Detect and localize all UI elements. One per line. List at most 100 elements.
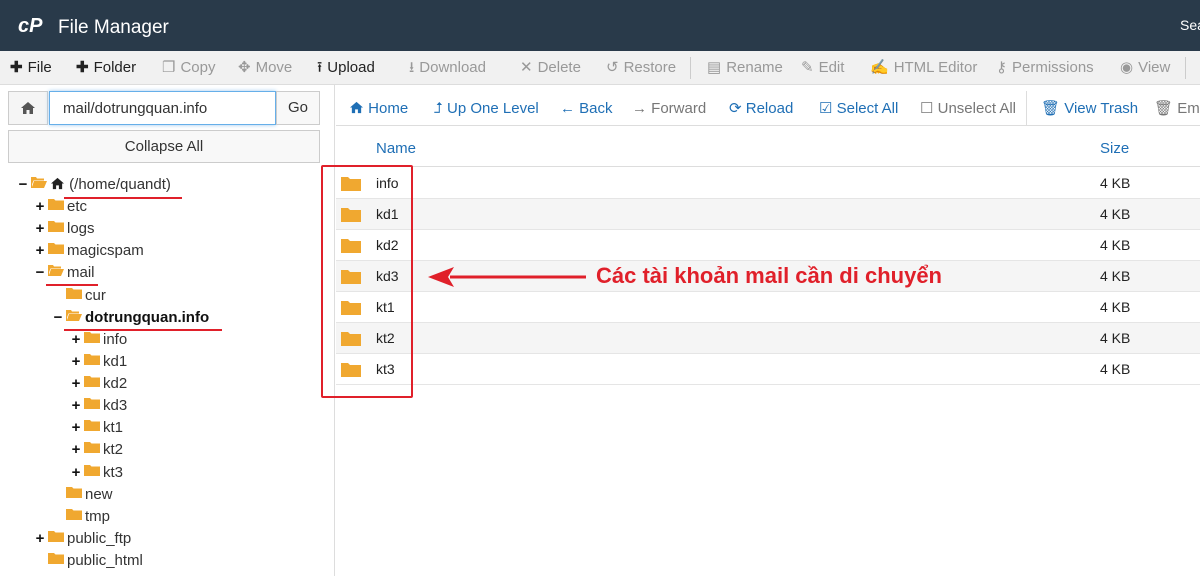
- table-row[interactable]: info 4 KB: [336, 168, 1200, 199]
- level-up-icon: ⮥: [434, 100, 443, 117]
- table-row[interactable]: kt1 4 KB: [336, 292, 1200, 323]
- tree-item-kd2[interactable]: + kd2: [70, 373, 128, 395]
- expand-toggle-icon[interactable]: +: [70, 351, 82, 373]
- file-size: 4 KB: [1100, 361, 1131, 377]
- view-button[interactable]: ◉ View: [1120, 51, 1170, 85]
- new-folder-button[interactable]: ✚ Folder: [76, 51, 136, 85]
- nav-forward-button[interactable]: → Forward: [632, 91, 706, 126]
- cpanel-logo-icon[interactable]: cP: [18, 14, 50, 41]
- expand-toggle-icon[interactable]: +: [34, 528, 46, 550]
- folder-icon: [48, 218, 64, 240]
- expand-toggle-icon[interactable]: +: [34, 240, 46, 262]
- nav-view-trash-button[interactable]: 🗑 View Trash: [1041, 91, 1138, 126]
- table-row[interactable]: kd1 4 KB: [336, 199, 1200, 230]
- arrow-right-icon: →: [632, 100, 647, 117]
- restore-button[interactable]: ↺ Restore: [606, 51, 676, 85]
- column-header-name[interactable]: Name: [376, 131, 416, 167]
- folder-icon: [84, 462, 100, 484]
- trash-icon: 🗑: [1041, 100, 1061, 117]
- eye-icon: ◉: [1120, 59, 1134, 76]
- key-icon: ⚷: [996, 59, 1007, 76]
- path-input[interactable]: [49, 91, 276, 125]
- delete-button[interactable]: ✕ Delete: [520, 51, 581, 85]
- download-icon: ⭳: [409, 59, 415, 76]
- go-button[interactable]: Go: [276, 91, 320, 125]
- copy-icon: ❐: [162, 59, 176, 76]
- collapse-toggle-icon[interactable]: −: [52, 307, 64, 329]
- tree-item-kd1[interactable]: + kd1: [70, 351, 128, 373]
- home-path-button[interactable]: [8, 91, 48, 125]
- download-button[interactable]: ⭳ Download: [409, 51, 486, 85]
- tree-item-public-ftp[interactable]: + public_ftp: [34, 528, 132, 550]
- reload-icon: ⟳: [729, 100, 742, 117]
- html-editor-button[interactable]: ✍ HTML Editor: [870, 51, 977, 85]
- nav-unselect-all-button[interactable]: ☐ Unselect All: [920, 91, 1016, 126]
- top-bar: cP File Manager Sea: [0, 0, 1200, 51]
- nav-home-button[interactable]: Home: [349, 91, 408, 126]
- collapse-all-button[interactable]: Collapse All: [8, 130, 320, 163]
- collapse-toggle-icon[interactable]: −: [17, 174, 29, 196]
- nav-up-one-level-button[interactable]: ⮥ Up One Level: [434, 91, 539, 126]
- upload-icon: ⭱: [317, 59, 323, 76]
- table-row[interactable]: kt3 4 KB: [336, 354, 1200, 385]
- folder-open-icon: [48, 262, 64, 284]
- move-button[interactable]: ✥ Move: [238, 51, 292, 85]
- expand-toggle-icon[interactable]: +: [70, 373, 82, 395]
- annotation-text: Các tài khoản mail cần di chuyển: [596, 263, 942, 288]
- rename-button[interactable]: ▤ Rename: [707, 51, 783, 85]
- expand-toggle-icon[interactable]: +: [70, 417, 82, 439]
- folder-icon: [84, 329, 100, 351]
- edit-square-icon: ✍: [870, 59, 889, 76]
- tree-item-tmp[interactable]: tmp: [52, 506, 110, 528]
- tree-item-mail[interactable]: − mail: [34, 262, 95, 284]
- expand-toggle-icon[interactable]: +: [34, 218, 46, 240]
- upload-button[interactable]: ⭱ Upload: [317, 51, 375, 85]
- folder-icon: [84, 373, 100, 395]
- table-row[interactable]: kd2 4 KB: [336, 230, 1200, 261]
- tree-item-info[interactable]: + info: [70, 329, 128, 351]
- navigation-bar: Home ⮥ Up One Level ← Back → Forward ⟳ R…: [336, 91, 1200, 126]
- tree-item-dotrungquan-info[interactable]: − dotrungquan.info: [52, 307, 210, 329]
- tree-item-kt1[interactable]: + kt1: [70, 417, 123, 439]
- expand-toggle-icon[interactable]: +: [34, 196, 46, 218]
- folder-icon: [84, 439, 100, 461]
- tree-item-cur[interactable]: cur: [52, 285, 106, 307]
- expand-toggle-icon[interactable]: +: [70, 439, 82, 461]
- folder-icon: [66, 506, 82, 528]
- tree-item-public-html[interactable]: public_html: [34, 550, 143, 572]
- copy-button[interactable]: ❐ Copy: [162, 51, 215, 85]
- search-label[interactable]: Sea: [1180, 17, 1200, 33]
- column-header-size[interactable]: Size: [1100, 131, 1129, 167]
- home-icon: [50, 176, 65, 193]
- file-size: 4 KB: [1100, 268, 1131, 284]
- home-icon: [20, 99, 36, 116]
- folder-icon: [48, 528, 64, 550]
- expand-toggle-icon[interactable]: +: [70, 462, 82, 484]
- table-row[interactable]: kt2 4 KB: [336, 323, 1200, 354]
- folder-icon: [48, 196, 64, 218]
- highlight-box-annotation: [321, 165, 413, 398]
- expand-toggle-icon[interactable]: +: [70, 395, 82, 417]
- tree-item-root[interactable]: − (/home/quandt): [17, 174, 171, 196]
- nav-select-all-button[interactable]: ☑ Select All: [819, 91, 898, 126]
- nav-empty-trash-button[interactable]: 🗑 Emp: [1154, 91, 1200, 126]
- delete-icon: ✕: [520, 59, 533, 76]
- collapse-toggle-icon[interactable]: −: [34, 262, 46, 284]
- new-file-button[interactable]: ✚ File: [10, 51, 52, 85]
- folder-icon: [48, 550, 64, 572]
- tree-item-kt2[interactable]: + kt2: [70, 439, 123, 461]
- tree-item-etc[interactable]: + etc: [34, 196, 87, 218]
- tree-item-kd3[interactable]: + kd3: [70, 395, 128, 417]
- folder-icon: [84, 417, 100, 439]
- nav-back-button[interactable]: ← Back: [560, 91, 613, 126]
- edit-button[interactable]: ✎ Edit: [801, 51, 844, 85]
- nav-reload-button[interactable]: ⟳ Reload: [729, 91, 793, 126]
- tree-item-logs[interactable]: + logs: [34, 218, 95, 240]
- expand-toggle-icon[interactable]: +: [70, 329, 82, 351]
- tree-item-kt3[interactable]: + kt3: [70, 462, 123, 484]
- permissions-button[interactable]: ⚷ Permissions: [996, 51, 1094, 85]
- home-icon: [349, 100, 364, 117]
- arrow-left-icon: ←: [560, 100, 575, 117]
- tree-item-magicspam[interactable]: + magicspam: [34, 240, 144, 262]
- tree-item-new[interactable]: new: [52, 484, 113, 506]
